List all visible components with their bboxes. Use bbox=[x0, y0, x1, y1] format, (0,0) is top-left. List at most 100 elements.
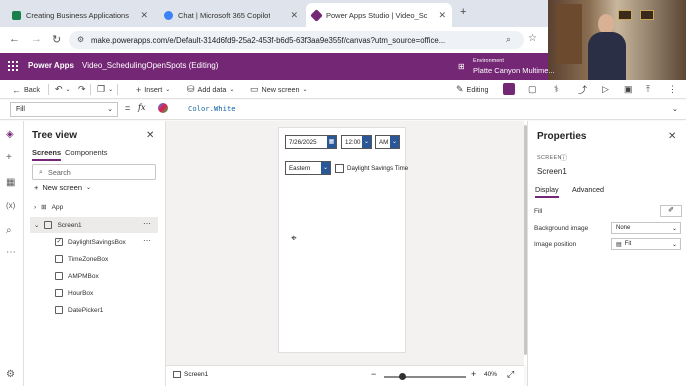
copy-button[interactable]: ❐ ⌄ bbox=[97, 83, 113, 96]
tree-node-ampmbox[interactable]: AMPMBox bbox=[55, 272, 99, 280]
calendar-icon[interactable]: ▦ bbox=[327, 136, 336, 148]
timezone-dropdown[interactable]: Eastern ⌄ bbox=[285, 161, 331, 175]
chevron-down-icon: ⌄ bbox=[107, 106, 113, 113]
database-icon: ⛁ bbox=[187, 84, 195, 94]
chevron-down-icon: ⌄ bbox=[671, 225, 677, 232]
tab-display[interactable]: Display bbox=[535, 185, 559, 198]
url-field[interactable]: ⚙ make.powerapps.com/e/Default-314d6fd9-… bbox=[69, 31, 524, 49]
tree-view-title: Tree view bbox=[32, 130, 78, 141]
checkbox-box[interactable] bbox=[335, 164, 344, 173]
fit-icon: ▤ bbox=[616, 241, 622, 248]
zoom-slider-thumb[interactable] bbox=[399, 373, 406, 380]
app-launcher-icon[interactable] bbox=[8, 61, 18, 71]
app-checker-icon[interactable]: ⚕ bbox=[554, 83, 559, 96]
property-dropdown[interactable]: Fill ⌄ bbox=[10, 102, 118, 117]
bookmark-star-icon[interactable]: ☆ bbox=[528, 33, 537, 44]
copilot-formula-icon[interactable] bbox=[158, 103, 168, 113]
settings-gear-icon[interactable]: ⚙ bbox=[6, 369, 15, 380]
tree-node-hourbox[interactable]: HourBox bbox=[55, 289, 93, 297]
expand-formula-icon[interactable]: ⌄ bbox=[672, 105, 678, 113]
properties-title: Properties bbox=[537, 131, 587, 142]
tree-view-icon[interactable]: ◈ bbox=[6, 129, 14, 140]
formula-editor[interactable]: Color.White bbox=[188, 104, 236, 113]
app-screen[interactable]: 7/26/2025 ▦ 12:00 ⌄ AM ⌄ Eastern ⌄ Dayli… bbox=[278, 127, 408, 353]
tree-search-input[interactable]: ⌕ Search bbox=[32, 164, 156, 180]
zoom-slider[interactable] bbox=[384, 376, 466, 378]
canvas-area: 7/26/2025 ▦ 12:00 ⌄ AM ⌄ Eastern ⌄ Dayli… bbox=[166, 121, 524, 365]
control-type-label: SCREEN bbox=[537, 155, 562, 161]
new-tab-button[interactable]: + bbox=[460, 6, 466, 18]
back-arrow-icon[interactable]: ← bbox=[9, 33, 20, 45]
back-button[interactable]: ← Back bbox=[12, 83, 40, 96]
more-options-icon[interactable]: ⋯ bbox=[143, 219, 152, 228]
play-icon[interactable]: ▷ bbox=[602, 83, 609, 96]
pencil-icon: ✎ bbox=[456, 84, 464, 94]
fill-color-picker[interactable]: ✐ bbox=[660, 205, 682, 217]
close-icon[interactable]: ✕ bbox=[146, 130, 154, 141]
add-data-button[interactable]: ⛁ Add data ⌄ bbox=[187, 83, 234, 96]
divider bbox=[48, 84, 49, 95]
copilot-button[interactable] bbox=[503, 83, 515, 95]
tree-node-label: AMPMBox bbox=[68, 272, 99, 280]
tree-node-screen1[interactable]: ⌄ Screen1 bbox=[30, 217, 158, 233]
help-icon[interactable]: ⓘ bbox=[560, 153, 567, 163]
comments-icon[interactable]: ▢ bbox=[528, 83, 537, 96]
fit-to-window-icon[interactable]: ⤢ bbox=[507, 369, 514, 380]
close-tab-icon[interactable]: ✕ bbox=[438, 10, 446, 21]
more-icon[interactable]: ⋮ bbox=[668, 83, 677, 96]
editing-mode-button[interactable]: ✎ Editing bbox=[456, 83, 489, 96]
undo-button[interactable]: ↶ ⌄ bbox=[55, 83, 71, 96]
ampm-dropdown[interactable]: AM ⌄ bbox=[375, 135, 400, 149]
browser-tab-2[interactable]: Chat | Microsoft 365 Copilot ✕ bbox=[158, 3, 304, 27]
tree-node-daylightsavingsbox[interactable]: ✓ DaylightSavingsBox bbox=[55, 238, 126, 246]
tab-components[interactable]: Components bbox=[65, 148, 108, 157]
hour-dropdown[interactable]: 12:00 ⌄ bbox=[341, 135, 372, 149]
variables-icon[interactable]: (x) bbox=[6, 201, 15, 210]
forward-arrow-icon[interactable]: → bbox=[31, 33, 42, 45]
status-screen-name[interactable]: Screen1 bbox=[184, 371, 208, 378]
browser-tab-1[interactable]: Creating Business Applications ✕ bbox=[6, 3, 154, 27]
tab-advanced[interactable]: Advanced bbox=[572, 185, 604, 194]
more-icon[interactable]: ⋯ bbox=[6, 247, 16, 258]
new-screen-button[interactable]: + New screen ⌄ bbox=[34, 183, 91, 192]
close-tab-icon[interactable]: ✕ bbox=[290, 10, 298, 21]
zoom-in-icon[interactable]: + bbox=[471, 369, 476, 379]
chevron-down-icon[interactable]: ⌄ bbox=[390, 136, 399, 148]
data-icon[interactable]: ▦ bbox=[6, 177, 15, 188]
save-icon[interactable]: ▣ bbox=[624, 83, 633, 96]
tree-node-datepicker1[interactable]: DatePicker1 bbox=[55, 306, 103, 314]
search-icon[interactable]: ⌕ bbox=[6, 225, 12, 236]
insert-button[interactable]: + Insert ⌄ bbox=[136, 83, 170, 96]
zoom-out-icon[interactable]: − bbox=[371, 369, 376, 379]
app-icon: ⊞ bbox=[41, 204, 47, 211]
ampm-dropdown-value: AM bbox=[379, 138, 389, 146]
tab-screens[interactable]: Screens bbox=[32, 148, 62, 161]
close-icon[interactable]: ✕ bbox=[668, 131, 676, 142]
chevron-down-icon[interactable]: ⌄ bbox=[362, 136, 371, 148]
new-screen-button[interactable]: ▭ New screen ⌄ bbox=[250, 83, 308, 96]
daylight-savings-checkbox[interactable]: Daylight Savings Time bbox=[335, 164, 408, 173]
dropdown-icon bbox=[55, 272, 63, 280]
site-info-icon[interactable]: ⚙ bbox=[77, 35, 84, 44]
more-options-icon[interactable]: ⋯ bbox=[143, 236, 152, 245]
reload-icon[interactable]: ↻ bbox=[52, 33, 61, 46]
tree-node-app[interactable]: › ⊞ App bbox=[34, 203, 63, 212]
environment-name[interactable]: Platte Canyon Multime... bbox=[473, 66, 555, 75]
zoom-search-icon[interactable]: ⌕ bbox=[506, 34, 511, 45]
redo-button[interactable]: ↷ bbox=[78, 83, 86, 96]
browser-tab-3[interactable]: Power Apps Studio | Video_Sc ✕ bbox=[306, 3, 452, 27]
close-tab-icon[interactable]: ✕ bbox=[140, 10, 148, 21]
date-picker[interactable]: 7/26/2025 ▦ bbox=[285, 135, 337, 149]
environment-label: Environment bbox=[473, 58, 504, 64]
publish-icon[interactable]: ⤒ bbox=[646, 83, 650, 96]
background-image-label: Background image bbox=[534, 225, 589, 232]
background-image-dropdown[interactable]: None ⌄ bbox=[611, 222, 681, 234]
insert-icon[interactable]: + bbox=[6, 152, 12, 163]
powerapps-icon bbox=[310, 8, 323, 22]
chevron-down-icon[interactable]: ⌄ bbox=[321, 162, 330, 174]
image-position-dropdown[interactable]: ▤ Fit ⌄ bbox=[611, 238, 681, 250]
app-name[interactable]: Power Apps bbox=[28, 61, 74, 70]
share-icon[interactable]: ⤴ bbox=[578, 83, 587, 96]
zoom-level: 40% bbox=[484, 371, 498, 378]
tree-node-timezonebox[interactable]: TimeZoneBox bbox=[55, 255, 108, 263]
